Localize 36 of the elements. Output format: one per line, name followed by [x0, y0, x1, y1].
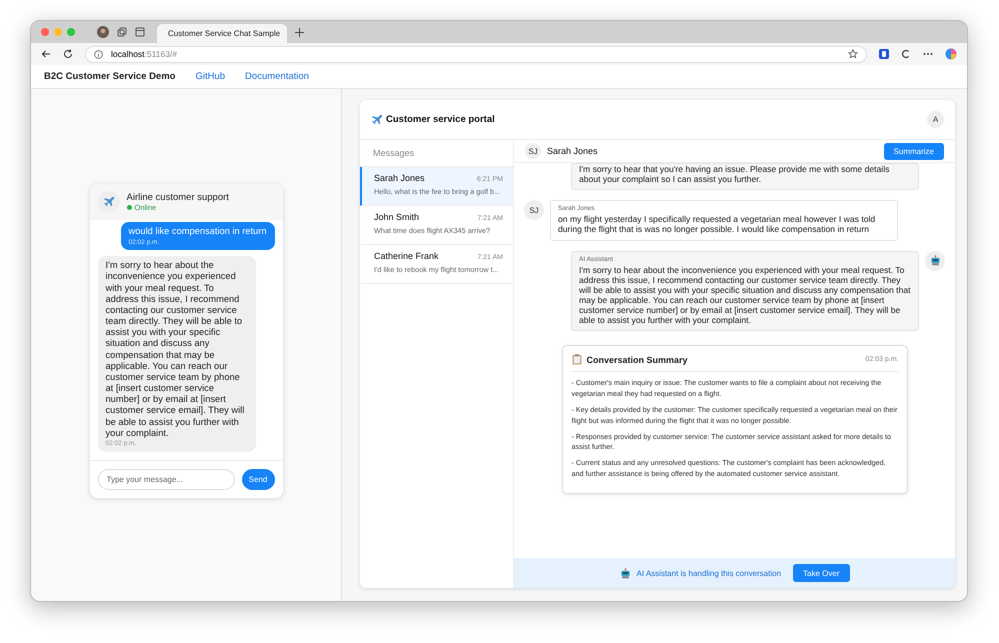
portal-title: Customer service portal [386, 114, 496, 125]
summarize-button[interactable]: Summarize [884, 142, 944, 160]
robot-icon [930, 255, 940, 266]
info-icon [94, 50, 103, 58]
customer-avatar: SJ [525, 143, 541, 159]
nav-link[interactable]: Documentation [245, 71, 309, 82]
app-brand: B2C Customer Service Demo [44, 71, 176, 82]
extensions-icon[interactable] [901, 49, 911, 59]
star-icon[interactable] [848, 49, 858, 59]
browser-tab[interactable]: Customer Service Chat Sample [157, 24, 287, 43]
new-tab-icon[interactable] [295, 28, 304, 36]
sidebar-tabs-icon[interactable] [135, 27, 145, 37]
message-input[interactable]: Type your message... [98, 468, 234, 490]
agent-message: I'm sorry to hear that you're having an issue. Please provide me with some details about your complaint so I can assist you further. [571, 163, 919, 190]
workspaces-icon[interactable] [117, 27, 127, 37]
airplane-icon [371, 114, 383, 126]
profile-avatar-icon[interactable] [97, 26, 109, 38]
customer-name: Sarah Jones [547, 146, 599, 156]
url-text: localhost:51163/# [111, 49, 178, 59]
send-button[interactable]: Send [242, 468, 274, 490]
reload-icon[interactable] [63, 49, 73, 59]
widget-title: Airline customer support [126, 192, 229, 204]
nav-link[interactable]: GitHub [195, 71, 226, 82]
user-avatar[interactable]: A [927, 111, 944, 128]
robot-icon [620, 568, 630, 578]
clipboard-icon [572, 354, 582, 366]
shield-extension-icon[interactable] [879, 49, 889, 59]
copilot-icon[interactable] [945, 48, 957, 60]
address-bar[interactable]: localhost:51163/# [85, 46, 867, 62]
take-over-button[interactable]: Take Over [793, 564, 850, 582]
back-arrow-icon[interactable] [41, 49, 51, 59]
summary-title: Conversation Summary [586, 354, 689, 365]
banner-text: AI Assistant is handling this conversation [636, 568, 782, 578]
airplane-icon [102, 196, 114, 208]
customer-avatar: SJ [524, 200, 544, 220]
more-icon[interactable] [923, 52, 933, 56]
